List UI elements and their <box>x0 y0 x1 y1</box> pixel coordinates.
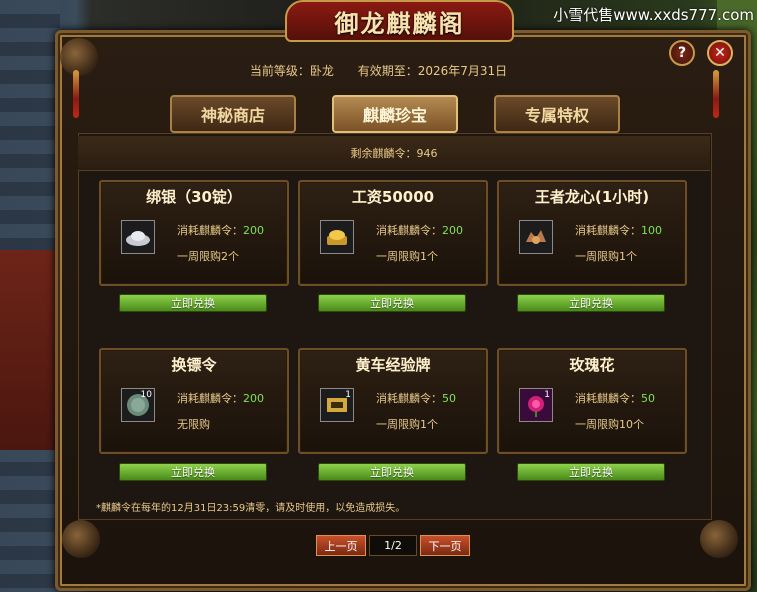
redeem-button[interactable]: 立即兑换 <box>318 463 466 481</box>
item-card: 黄车经验牌 1 消耗麒麟令：50 一周限购1个 <box>298 348 488 454</box>
remaining-tokens-label: 剩余麒麟令：946 <box>350 147 438 160</box>
redeem-button[interactable]: 立即兑换 <box>119 463 267 481</box>
player-info: 当前等级：卧龙 有效期至：2026年7月31日 <box>0 62 757 79</box>
redeem-button[interactable]: 立即兑换 <box>318 294 466 312</box>
item-name: 绑银（30锭） <box>146 188 242 206</box>
item-cost: 消耗麒麟令：200 <box>376 224 463 237</box>
item-name: 王者龙心(1小时) <box>534 188 650 206</box>
window-title: 御龙麒麟阁 <box>334 8 465 38</box>
reset-notice: *麒麟令在每年的12月31日23:59清零，请及时使用，以免造成损失。 <box>96 503 406 514</box>
escort-token-icon[interactable]: 10 <box>121 388 155 422</box>
help-button[interactable]: ? <box>669 40 695 66</box>
level-label: 当前等级：卧龙 <box>249 64 334 78</box>
watermark-text: 小雪代售www.xxds777.com <box>553 6 754 24</box>
window-title-plate: 御龙麒麟阁 <box>285 0 514 42</box>
item-limit: 一周限购10个 <box>575 418 644 431</box>
item-limit: 一周限购1个 <box>376 250 438 263</box>
item-limit: 无限购 <box>177 418 210 431</box>
item-cost: 消耗麒麟令：100 <box>575 224 662 237</box>
tab-bar: 神秘商店 麒麟珍宝 专属特权 <box>0 95 757 133</box>
item-card: 绑银（30锭） 消耗麒麟令：200 一周限购2个 <box>99 180 289 286</box>
tab-mystery-shop[interactable]: 神秘商店 <box>170 95 296 133</box>
item-name: 黄车经验牌 <box>355 356 431 374</box>
tab-exclusive-privilege[interactable]: 专属特权 <box>494 95 620 133</box>
item-count-badge: 1 <box>544 390 550 400</box>
corner-ornament <box>700 520 738 558</box>
page-indicator: 1/2 <box>369 535 417 556</box>
item-cost: 消耗麒麟令：50 <box>575 392 655 405</box>
close-button[interactable]: ✕ <box>707 40 733 66</box>
item-card: 玫瑰花 1 消耗麒麟令：50 一周限购10个 <box>497 348 687 454</box>
prev-page-button[interactable]: 上一页 <box>316 535 366 556</box>
item-cost: 消耗麒麟令：50 <box>376 392 456 405</box>
redeem-button[interactable]: 立即兑换 <box>517 463 665 481</box>
silver-ingot-icon[interactable] <box>121 220 155 254</box>
expiry-label: 有效期至：2026年7月31日 <box>357 64 508 78</box>
item-card: 换镖令 10 消耗麒麟令：200 无限购 <box>99 348 289 454</box>
item-cost: 消耗麒麟令：200 <box>177 224 264 237</box>
exp-plate-icon[interactable]: 1 <box>320 388 354 422</box>
item-count-badge: 10 <box>140 390 152 400</box>
item-name: 玫瑰花 <box>569 356 615 374</box>
redeem-button[interactable]: 立即兑换 <box>517 294 665 312</box>
item-count-badge: 1 <box>345 390 351 400</box>
corner-ornament <box>62 520 100 558</box>
item-limit: 一周限购1个 <box>575 250 637 263</box>
item-name: 换镖令 <box>171 356 217 374</box>
item-limit: 一周限购2个 <box>177 250 239 263</box>
next-page-button[interactable]: 下一页 <box>420 535 470 556</box>
rose-icon[interactable]: 1 <box>519 388 553 422</box>
gold-ingot-icon[interactable] <box>320 220 354 254</box>
background-wall <box>0 250 55 450</box>
item-card: 工资50000 消耗麒麟令：200 一周限购1个 <box>298 180 488 286</box>
item-cost: 消耗麒麟令：200 <box>177 392 264 405</box>
item-card: 王者龙心(1小时) 消耗麒麟令：100 一周限购1个 <box>497 180 687 286</box>
dragon-heart-icon[interactable] <box>519 220 553 254</box>
item-limit: 一周限购1个 <box>376 418 438 431</box>
remaining-tokens: 剩余麒麟令：946 <box>78 136 710 171</box>
tab-qilin-treasure[interactable]: 麒麟珍宝 <box>332 95 458 133</box>
item-name: 工资50000 <box>351 188 435 206</box>
redeem-button[interactable]: 立即兑换 <box>119 294 267 312</box>
